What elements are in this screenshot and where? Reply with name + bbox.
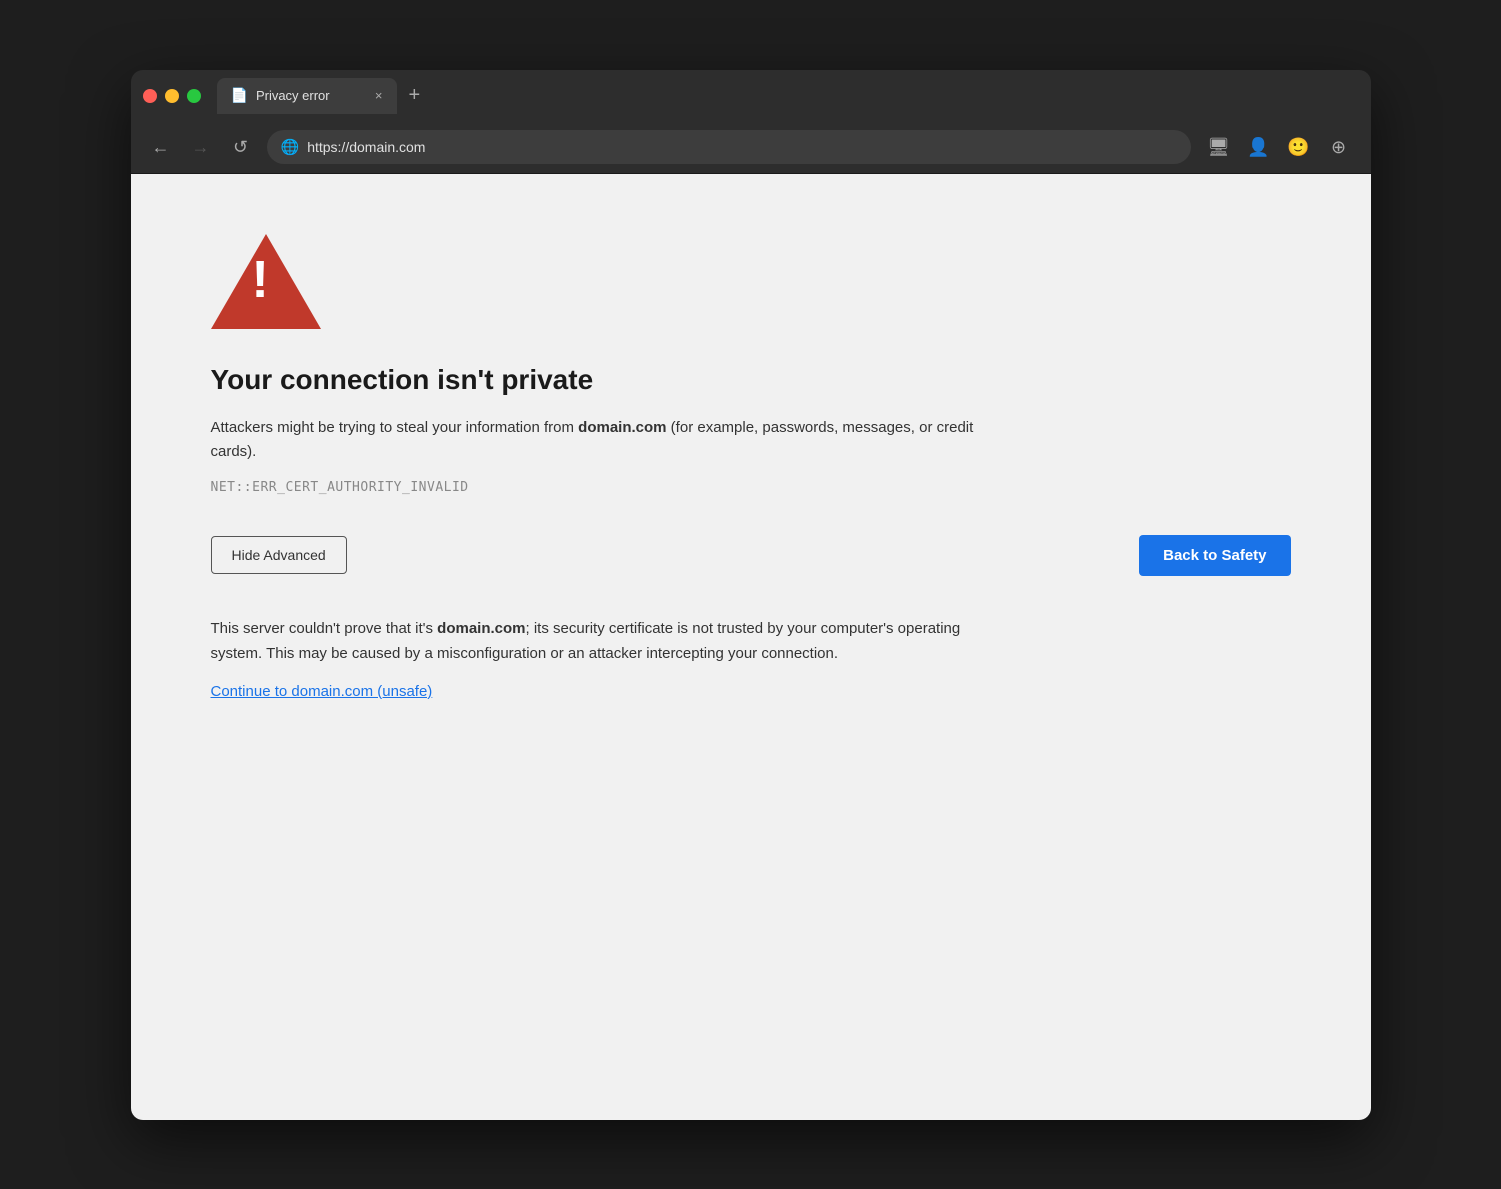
- menu-icon[interactable]: ⊕: [1323, 131, 1355, 163]
- advanced-text-part1: This server couldn't prove that it's: [211, 620, 438, 637]
- new-tab-button[interactable]: +: [401, 80, 429, 111]
- title-bar: 📄 Privacy error × +: [131, 70, 1371, 122]
- profile-icon[interactable]: 👤: [1243, 131, 1275, 163]
- advanced-text: This server couldn't prove that it's dom…: [211, 616, 1011, 667]
- minimize-button[interactable]: [165, 89, 179, 103]
- tab-close-button[interactable]: ×: [375, 88, 383, 103]
- tab-title: Privacy error: [256, 88, 330, 103]
- error-title: Your connection isn't private: [211, 364, 1291, 396]
- cast-icon[interactable]: 🖥: [1203, 131, 1235, 163]
- browser-window: 📄 Privacy error × + ← → ↺ 🌐 https://doma…: [131, 70, 1371, 1120]
- forward-button[interactable]: →: [187, 133, 215, 161]
- maximize-button[interactable]: [187, 89, 201, 103]
- advanced-domain: domain.com: [437, 620, 525, 637]
- back-button[interactable]: ←: [147, 133, 175, 161]
- page-content: Your connection isn't private Attackers …: [131, 174, 1371, 1120]
- description-text-part1: Attackers might be trying to steal your …: [211, 419, 579, 436]
- globe-icon: 🌐: [281, 138, 300, 156]
- address-bar[interactable]: 🌐 https://domain.com: [267, 130, 1191, 164]
- back-to-safety-button[interactable]: Back to Safety: [1139, 535, 1290, 576]
- description-domain: domain.com: [578, 419, 666, 436]
- tab-bar: 📄 Privacy error × +: [217, 78, 1359, 114]
- emoji-icon[interactable]: 🙂: [1283, 131, 1315, 163]
- active-tab[interactable]: 📄 Privacy error ×: [217, 78, 397, 114]
- button-row: Hide Advanced Back to Safety: [211, 535, 1291, 576]
- url-text: https://domain.com: [307, 139, 425, 155]
- continue-unsafe-link[interactable]: Continue to domain.com (unsafe): [211, 683, 433, 700]
- reload-button[interactable]: ↺: [227, 133, 255, 161]
- hide-advanced-button[interactable]: Hide Advanced: [211, 536, 347, 574]
- error-code: NET::ERR_CERT_AUTHORITY_INVALID: [211, 480, 1291, 495]
- close-button[interactable]: [143, 89, 157, 103]
- nav-actions: 🖥 👤 🙂 ⊕: [1203, 131, 1355, 163]
- nav-bar: ← → ↺ 🌐 https://domain.com 🖥 👤 🙂 ⊕: [131, 122, 1371, 174]
- traffic-lights: [143, 89, 201, 103]
- error-description: Attackers might be trying to steal your …: [211, 416, 1011, 464]
- warning-icon-container: [211, 234, 1291, 334]
- tab-icon: 📄: [231, 87, 248, 104]
- warning-triangle-icon: [211, 234, 321, 329]
